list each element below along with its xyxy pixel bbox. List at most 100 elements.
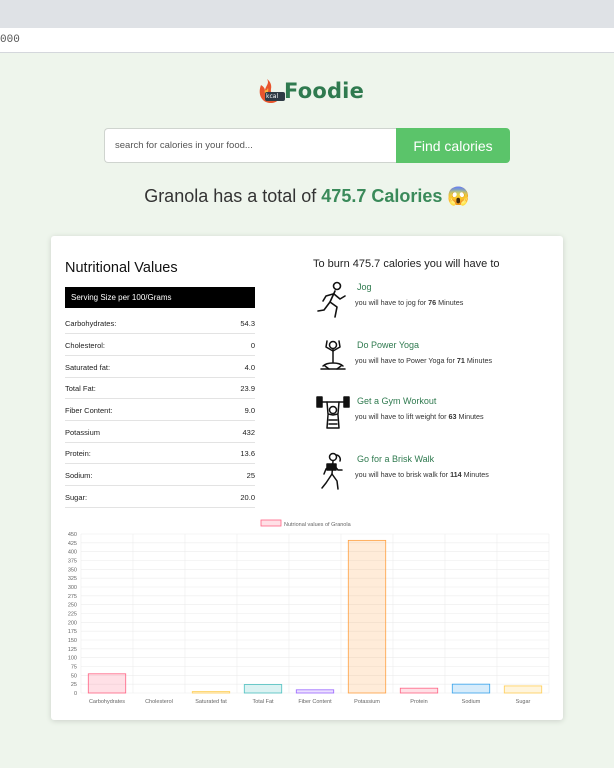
- y-tick-label: 125: [68, 647, 77, 653]
- search-bar: Find calories: [104, 128, 510, 163]
- bar: [347, 539, 387, 694]
- activity-name[interactable]: Get a Gym Workout: [357, 396, 436, 406]
- nutrient-label: Cholesterol:: [65, 341, 106, 350]
- activity-description: you will have to Power Yoga for 71 Minut…: [355, 356, 492, 365]
- nutrient-label: Saturated fat:: [65, 363, 111, 372]
- weightlifting-icon: [315, 394, 351, 434]
- nutrient-value: 4.0: [244, 363, 255, 372]
- activity-desc-suffix: Minutes: [464, 356, 493, 365]
- nutrient-label: Sodium:: [65, 471, 93, 480]
- search-input[interactable]: [104, 128, 397, 163]
- legend-swatch: [260, 519, 282, 527]
- bar: [399, 687, 439, 694]
- nutrition-row: Saturated fat: 4.0: [65, 356, 255, 378]
- x-tick-label: Potassium: [354, 699, 380, 705]
- bar: [87, 673, 127, 694]
- activity-desc-prefix: you will have to brisk walk for: [355, 470, 451, 479]
- nutrient-value: 25: [246, 471, 255, 480]
- walking-icon: [315, 452, 351, 492]
- logo-badge: kcal: [266, 93, 279, 100]
- y-tick-label: 375: [68, 559, 77, 565]
- serving-size-header: Serving Size per 100/Grams: [65, 287, 255, 308]
- y-tick-label: 225: [68, 612, 77, 618]
- nutrition-bar-chart: Nutrional values of Granola 0 25 50 75 100 125…: [68, 519, 550, 705]
- y-tick-label: 100: [68, 656, 77, 662]
- activity-desc-suffix: Minutes: [436, 298, 464, 307]
- x-tick-label: Carbohydrates: [89, 699, 125, 705]
- nutrient-value: 9.0: [244, 406, 255, 415]
- y-tick-label: 0: [74, 691, 77, 697]
- legend-label: Nutrional values of Granola: [284, 522, 352, 528]
- y-tick-label: 450: [68, 532, 77, 538]
- nutrient-value: 23.9: [240, 384, 255, 393]
- y-tick-label: 50: [71, 673, 77, 679]
- nutrition-row: Sugar: 20.0: [65, 486, 255, 508]
- nutrition-row: Total Fat: 23.9: [65, 377, 255, 399]
- bar: [503, 685, 543, 694]
- nutrient-value: 13.6: [240, 449, 255, 458]
- y-tick-label: 325: [68, 576, 77, 582]
- x-tick-label: Fiber Content: [298, 699, 332, 705]
- address-bar-text: 000: [0, 34, 20, 46]
- nutrient-label: Potassium: [65, 428, 101, 437]
- y-tick-label: 75: [71, 665, 77, 671]
- y-tick-label: 275: [68, 594, 77, 600]
- x-tick-label: Sugar: [516, 699, 531, 705]
- bar: [295, 689, 335, 694]
- activity-desc-suffix: Minutes: [456, 412, 484, 421]
- bar: [451, 683, 491, 694]
- nutrition-row: Cholesterol: 0: [65, 334, 255, 356]
- x-tick-label: Saturated fat: [195, 699, 227, 705]
- nutrition-row: Fiber Content: 9.0: [65, 399, 255, 421]
- y-tick-label: 150: [68, 638, 77, 644]
- nutrient-value: 0: [250, 341, 255, 350]
- activity-name[interactable]: Do Power Yoga: [357, 340, 419, 350]
- activity-yoga: Do Power Yoga you will have to Power Yog…: [315, 338, 555, 382]
- logo-text: Foodie: [284, 79, 365, 103]
- nutrition-row: Carbohydrates: 54.3: [65, 312, 255, 334]
- x-tick-label: Protein: [410, 699, 427, 705]
- y-tick-label: 200: [68, 620, 77, 626]
- nutrient-label: Carbohydrates:: [65, 319, 117, 328]
- y-tick-label: 175: [68, 629, 77, 635]
- nutrition-row: Sodium: 25: [65, 464, 255, 486]
- bar: [243, 684, 283, 694]
- y-tick-label: 350: [68, 567, 77, 573]
- activity-description: you will have to lift weight for 63 Minu…: [355, 412, 484, 421]
- activity-desc-suffix: Minutes: [461, 470, 489, 479]
- headline-prefix: Granola has a total of: [144, 186, 322, 206]
- calorie-total: 475.7 Calories: [321, 186, 443, 206]
- calorie-headline: Granola has a total of 475.7 Calories 😱: [0, 186, 614, 207]
- activity-jog: Jog you will have to jog for 76 Minutes: [315, 280, 555, 324]
- flame-icon: kcal: [256, 76, 286, 106]
- y-tick-label: 25: [71, 682, 77, 688]
- activity-name[interactable]: Jog: [357, 282, 372, 292]
- x-tick-label: Cholesterol: [145, 699, 173, 705]
- activity-minutes: 71: [456, 356, 465, 365]
- nutrient-value: 54.3: [240, 319, 255, 328]
- browser-tab-bar: [0, 0, 614, 28]
- nutrition-row: Protein: 13.6: [65, 442, 255, 464]
- jogging-icon: [315, 280, 351, 320]
- activity-description: you will have to brisk walk for 114 Minu…: [355, 470, 489, 479]
- activity-walk: Go for a Brisk Walk you will have to bri…: [315, 452, 555, 496]
- x-tick-label: Sodium: [462, 699, 481, 705]
- activity-desc-prefix: you will have to Power Yoga for: [355, 356, 457, 365]
- x-tick-label: Total Fat: [252, 699, 274, 705]
- nutrient-label: Sugar:: [65, 493, 88, 502]
- results-card: Nutritional Values Serving Size per 100/…: [51, 236, 563, 720]
- y-tick-label: 250: [68, 603, 77, 609]
- find-calories-button[interactable]: Find calories: [396, 128, 510, 163]
- activity-name[interactable]: Go for a Brisk Walk: [357, 454, 434, 464]
- bar: [191, 691, 231, 694]
- activity-description: you will have to jog for 76 Minutes: [355, 298, 463, 307]
- address-bar[interactable]: 000: [0, 28, 614, 53]
- activity-minutes: 114: [450, 470, 462, 479]
- yoga-icon: [315, 338, 351, 378]
- activity-gym: Get a Gym Workout you will have to lift …: [315, 394, 555, 438]
- activity-desc-prefix: you will have to lift weight for: [355, 412, 449, 421]
- nutrition-title: Nutritional Values: [65, 260, 178, 276]
- logo[interactable]: kcal Foodie: [256, 76, 364, 106]
- nutrient-label: Total Fat:: [65, 384, 96, 393]
- y-tick-label: 425: [68, 541, 77, 547]
